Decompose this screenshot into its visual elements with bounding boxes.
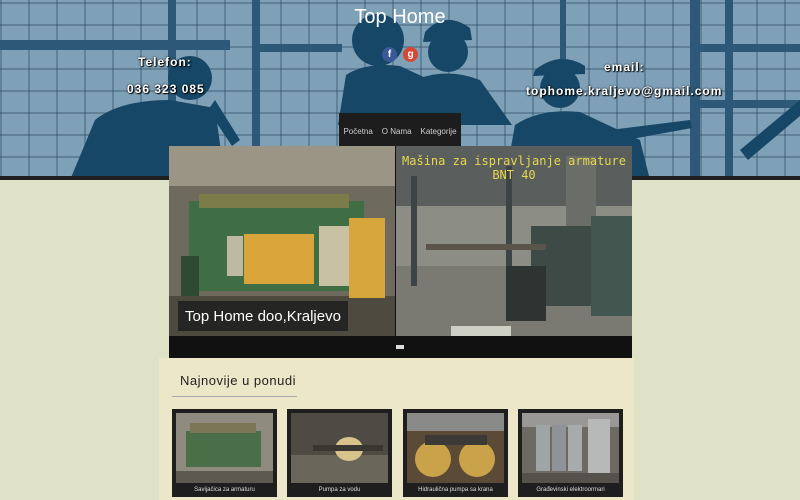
slider-caption: Top Home doo,Kraljevo [178,301,348,331]
product-image[interactable] [407,413,504,483]
nav-item-o-nama[interactable]: O Nama [382,127,412,136]
section-title: Najnovije u ponudi [180,373,296,388]
product-caption[interactable]: Pumpa za vodu [287,487,392,493]
main-nav: Početna O Nama Kategorije [339,113,461,149]
email-label: email: [604,60,645,74]
product-card[interactable]: Hidraulična pumpa sa krana [403,409,508,497]
product-card[interactable]: Građevinski elektroormari [518,409,623,497]
social-links: f g [382,47,418,62]
product-caption[interactable]: Hidraulična pumpa sa krana [403,487,508,493]
slide-overlay-line2: BNT 40 [492,168,536,182]
slide-overlay-line1: Mašina za ispravljanje armature [402,154,626,168]
product-caption[interactable]: Savijačica za armaturu [172,487,277,493]
product-card[interactable]: Savijačica za armaturu [172,409,277,497]
product-image[interactable] [176,413,273,483]
slider-pagination-dot[interactable] [396,345,404,349]
phone-label: Telefon: [138,55,192,69]
email-address[interactable]: tophome.kraljevo@gmail.com [526,84,722,98]
product-image[interactable] [522,413,619,483]
google-plus-icon[interactable]: g [403,47,418,62]
product-image[interactable] [291,413,388,483]
product-caption[interactable]: Građevinski elektroormari [518,487,623,493]
product-card[interactable]: Pumpa za vodu [287,409,392,497]
slide-overlay-text: Mašina za ispravljanje armature BNT 40 [396,154,632,182]
site-title[interactable]: Top Home [0,6,800,29]
phone-number: 036 323 085 [127,82,205,96]
facebook-icon[interactable]: f [382,47,397,62]
section-title-underline [172,396,297,397]
nav-item-kategorije[interactable]: Kategorije [421,127,457,136]
nav-item-pocetna[interactable]: Početna [343,127,372,136]
